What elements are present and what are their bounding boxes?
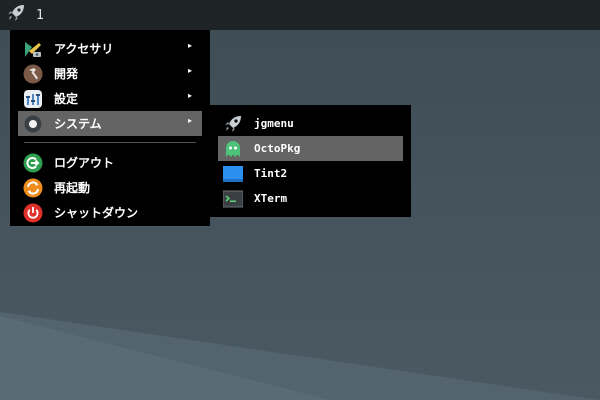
tint2-icon	[222, 163, 244, 185]
launcher-button[interactable]	[2, 0, 30, 30]
submenu-arrow-icon: ▸	[187, 116, 192, 125]
menu-item-settings[interactable]: 設定 ▸	[18, 86, 202, 111]
terminal-icon	[222, 188, 244, 210]
top-panel: 1	[0, 0, 600, 30]
menu-item-label: シャットダウン	[54, 206, 139, 220]
menu-item-label: 開発	[54, 67, 79, 81]
power-icon	[22, 202, 44, 224]
system-submenu: jgmenu OctoPkg Tint2 XTerm	[210, 105, 411, 217]
menu-item-label: 再起動	[54, 181, 91, 195]
logout-icon	[22, 152, 44, 174]
menu-item-label: 設定	[54, 92, 79, 106]
submenu-arrow-icon: ▸	[187, 66, 192, 75]
submenu-item-label: Tint2	[254, 167, 288, 180]
submenu-item-xterm[interactable]: XTerm	[218, 186, 403, 211]
submenu-item-jgmenu[interactable]: jgmenu	[218, 111, 403, 136]
submenu-item-tint2[interactable]: Tint2	[218, 161, 403, 186]
submenu-item-label: XTerm	[254, 192, 288, 205]
main-menu: アクセサリ ▸ 開発 ▸ 設定 ▸ システム ▸ ログアウト 再起動 シャットダ…	[10, 30, 210, 226]
settings-icon	[22, 88, 44, 110]
octopkg-icon	[222, 138, 244, 160]
accessories-icon	[22, 38, 44, 60]
submenu-arrow-icon: ▸	[187, 41, 192, 50]
reboot-icon	[22, 177, 44, 199]
menu-item-system[interactable]: システム ▸	[18, 111, 202, 136]
submenu-arrow-icon: ▸	[187, 91, 192, 100]
rocket-icon	[6, 3, 26, 27]
menu-item-label: ログアウト	[54, 156, 115, 170]
menu-item-label: システム	[54, 117, 102, 131]
hammer-icon	[22, 63, 44, 85]
system-icon	[22, 113, 44, 135]
menu-separator	[24, 142, 196, 143]
workspace-indicator[interactable]: 1	[36, 8, 44, 23]
menu-item-reboot[interactable]: 再起動	[18, 175, 202, 200]
menu-item-label: アクセサリ	[54, 42, 114, 56]
submenu-item-octopkg[interactable]: OctoPkg	[218, 136, 403, 161]
submenu-item-label: OctoPkg	[254, 142, 301, 155]
submenu-item-label: jgmenu	[254, 117, 294, 130]
menu-item-logout[interactable]: ログアウト	[18, 150, 202, 175]
menu-item-shutdown[interactable]: シャットダウン	[18, 200, 202, 225]
menu-item-accessories[interactable]: アクセサリ ▸	[18, 36, 202, 61]
rocket-icon	[222, 113, 244, 135]
menu-item-development[interactable]: 開発 ▸	[18, 61, 202, 86]
